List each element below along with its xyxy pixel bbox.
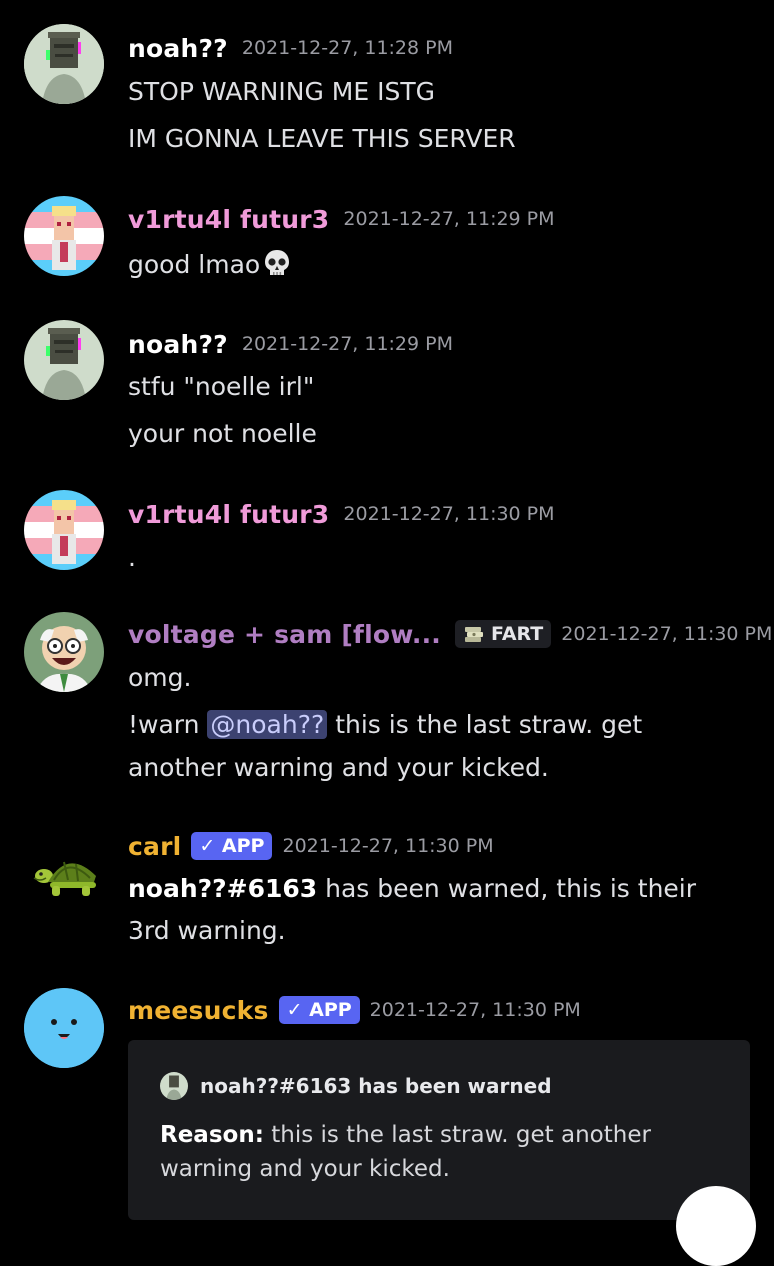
noah-avatar[interactable]	[24, 320, 104, 400]
app-badge: ✓ APP	[278, 996, 360, 1024]
message-text-content: this is the last straw. get	[327, 710, 643, 739]
message-text: 3rd warning.	[128, 916, 286, 945]
embed-author-name: noah??#6163 has been warned	[200, 1074, 552, 1098]
author-name[interactable]: v1rtu4l futur3	[128, 205, 329, 234]
user-tag: noah??#6163	[128, 874, 318, 903]
turtle-avatar[interactable]	[24, 826, 104, 906]
message-text: IM GONNA LEAVE THIS SERVER	[128, 124, 516, 153]
trans-flag-avatar[interactable]	[24, 490, 104, 570]
timestamp: 2021-12-27, 11:29 PM	[343, 208, 555, 230]
smiley-avatar[interactable]	[24, 988, 104, 1068]
message-text-content: good lmao	[128, 250, 261, 279]
noah-avatar	[160, 1072, 188, 1100]
author-name[interactable]: voltage + sam [flow...	[128, 620, 441, 649]
message-text: good lmao	[128, 248, 292, 280]
noah-avatar[interactable]	[24, 24, 104, 104]
timestamp: 2021-12-27, 11:29 PM	[241, 333, 454, 355]
embed-author: noah??#6163 has been warned	[160, 1072, 552, 1100]
trans-flag-avatar[interactable]	[24, 196, 104, 276]
timestamp: 2021-12-27, 11:30 PM	[282, 835, 494, 857]
professor-avatar[interactable]	[24, 612, 104, 692]
skull-emoji	[262, 248, 292, 278]
money-icon	[463, 623, 485, 645]
author-name[interactable]: v1rtu4l futur3	[128, 500, 329, 529]
message-text: !warn @noah?? this is the last straw. ge…	[128, 710, 642, 740]
embed-description: warning and your kicked.	[160, 1156, 450, 1182]
command-prefix: !warn	[128, 710, 208, 739]
author-name[interactable]: noah??	[128, 34, 228, 63]
author-name[interactable]: carl	[128, 832, 181, 861]
role-badge: FART	[455, 620, 552, 648]
author-name[interactable]: meesucks	[128, 996, 269, 1025]
message-text-content: has been warned, this is their	[317, 874, 697, 903]
message-text: your not noelle	[128, 419, 317, 448]
embed-description: Reason: this is the last straw. get anot…	[160, 1122, 651, 1148]
message-text: .	[128, 543, 136, 572]
author-name[interactable]: noah??	[128, 330, 228, 359]
badge-label: FART	[491, 623, 544, 645]
timestamp: 2021-12-27, 11:30 PM	[343, 503, 555, 525]
message-text: omg.	[128, 663, 192, 692]
message-text: noah??#6163 has been warned, this is the…	[128, 874, 696, 904]
reason-text: this is the last straw. get another	[263, 1122, 651, 1148]
timestamp: 2021-12-27, 11:30 PM	[369, 999, 581, 1021]
message-text: another warning and your kicked.	[128, 753, 549, 782]
timestamp: 2021-12-27, 11:30 PM	[561, 623, 773, 645]
message-text: STOP WARNING ME ISTG	[128, 77, 435, 106]
floating-action-button[interactable]	[676, 1186, 756, 1266]
warning-embed: noah??#6163 has been warned Reason: this…	[128, 1040, 750, 1220]
message-text: stfu "noelle irl"	[128, 372, 315, 401]
reason-label: Reason:	[160, 1122, 264, 1148]
user-mention[interactable]: @noah??	[207, 710, 328, 739]
app-badge: ✓ APP	[191, 832, 273, 860]
timestamp: 2021-12-27, 11:28 PM	[241, 37, 454, 59]
